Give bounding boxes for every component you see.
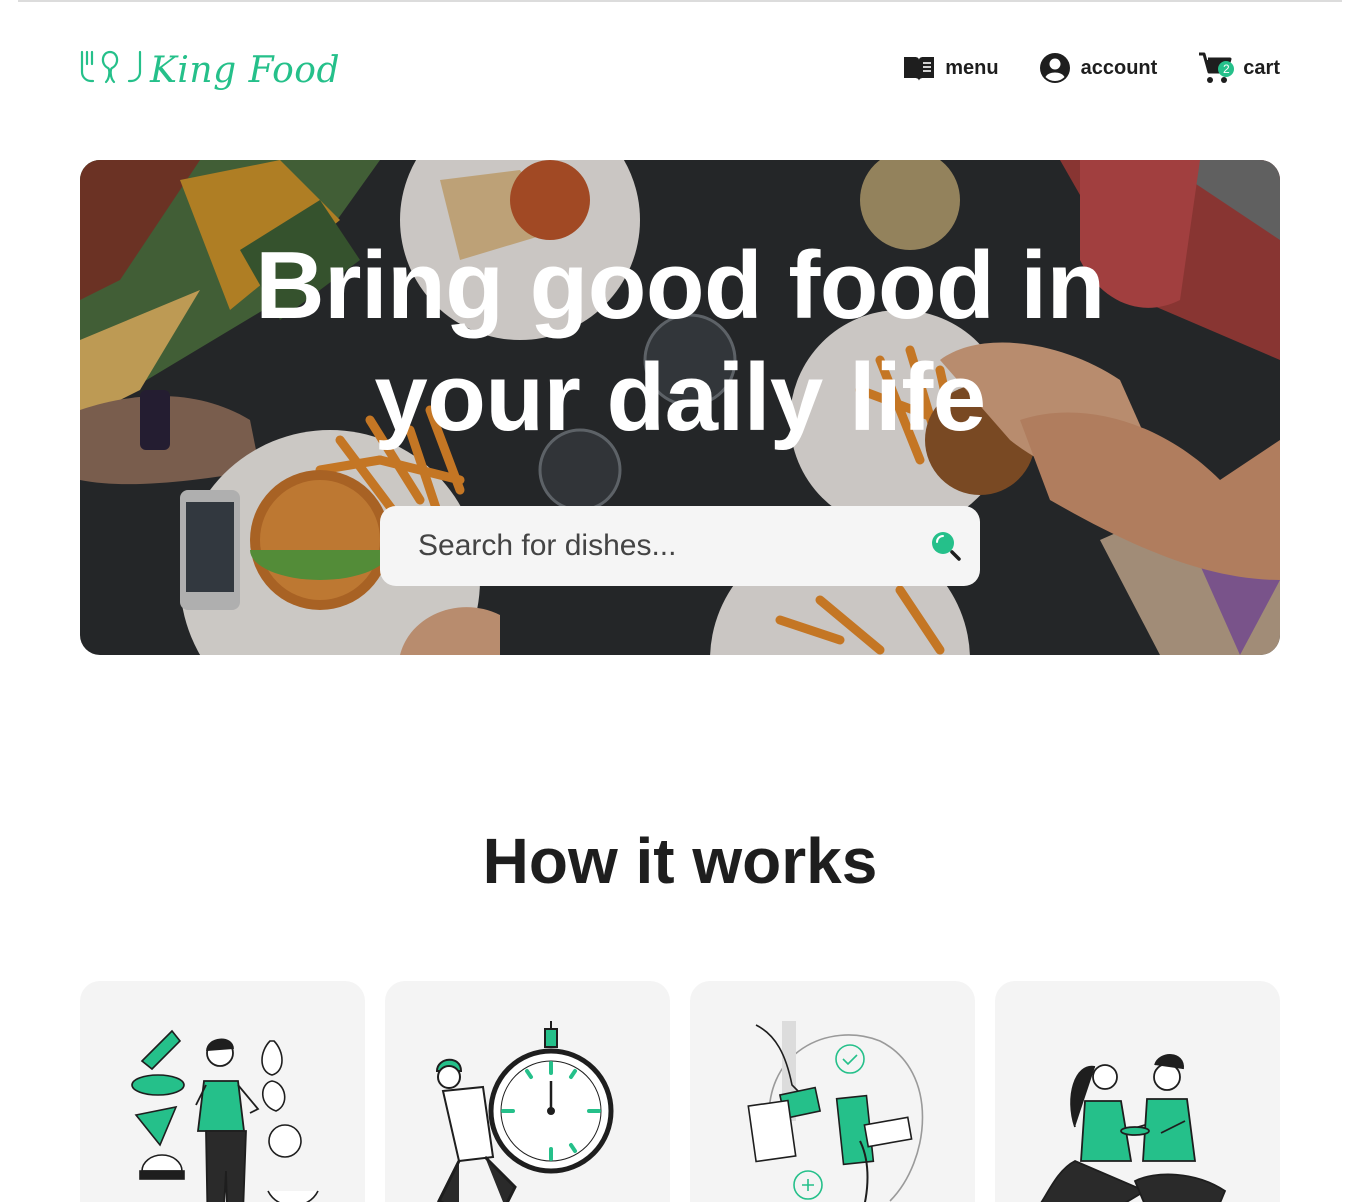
nav-cart-label: cart <box>1243 56 1280 79</box>
hero-title: Bring good food in your daily life <box>255 232 1105 451</box>
main-nav: menu account 2 cart <box>903 50 1280 86</box>
nav-cart[interactable]: 2 cart <box>1197 50 1280 86</box>
menu-book-icon <box>904 57 935 81</box>
search-icon <box>932 532 961 561</box>
hero-banner: Bring good food in your daily life <box>80 160 1280 655</box>
step-card-delivery <box>385 981 670 1202</box>
enjoy-meal-illustration <box>1040 1054 1227 1202</box>
logo-text: King Food <box>150 49 340 91</box>
step-card-payment <box>690 981 975 1202</box>
logo[interactable]: King Food <box>80 46 340 91</box>
how-it-works-cards <box>80 981 1280 1202</box>
account-circle-icon <box>1039 53 1070 83</box>
nav-menu[interactable]: menu <box>903 54 999 82</box>
nav-account[interactable]: account <box>1039 52 1158 84</box>
cart-icon-wrapper: 2 <box>1197 50 1235 86</box>
search-button[interactable] <box>926 526 966 566</box>
how-it-works-title: How it works <box>482 825 878 897</box>
fast-delivery-illustration <box>435 1021 614 1202</box>
nav-account-label: account <box>1080 56 1158 79</box>
step-card-choose <box>80 981 365 1202</box>
step-card-enjoy <box>995 981 1280 1202</box>
logo-icon <box>80 50 142 84</box>
nav-menu-label: menu <box>945 56 999 79</box>
choose-food-illustration <box>131 1029 319 1202</box>
payment-illustration <box>747 1021 924 1202</box>
search-input[interactable] <box>418 529 926 563</box>
site-header: King Food menu account 2 cart <box>80 40 1280 96</box>
search-bar <box>380 506 980 586</box>
top-divider <box>18 0 1342 2</box>
